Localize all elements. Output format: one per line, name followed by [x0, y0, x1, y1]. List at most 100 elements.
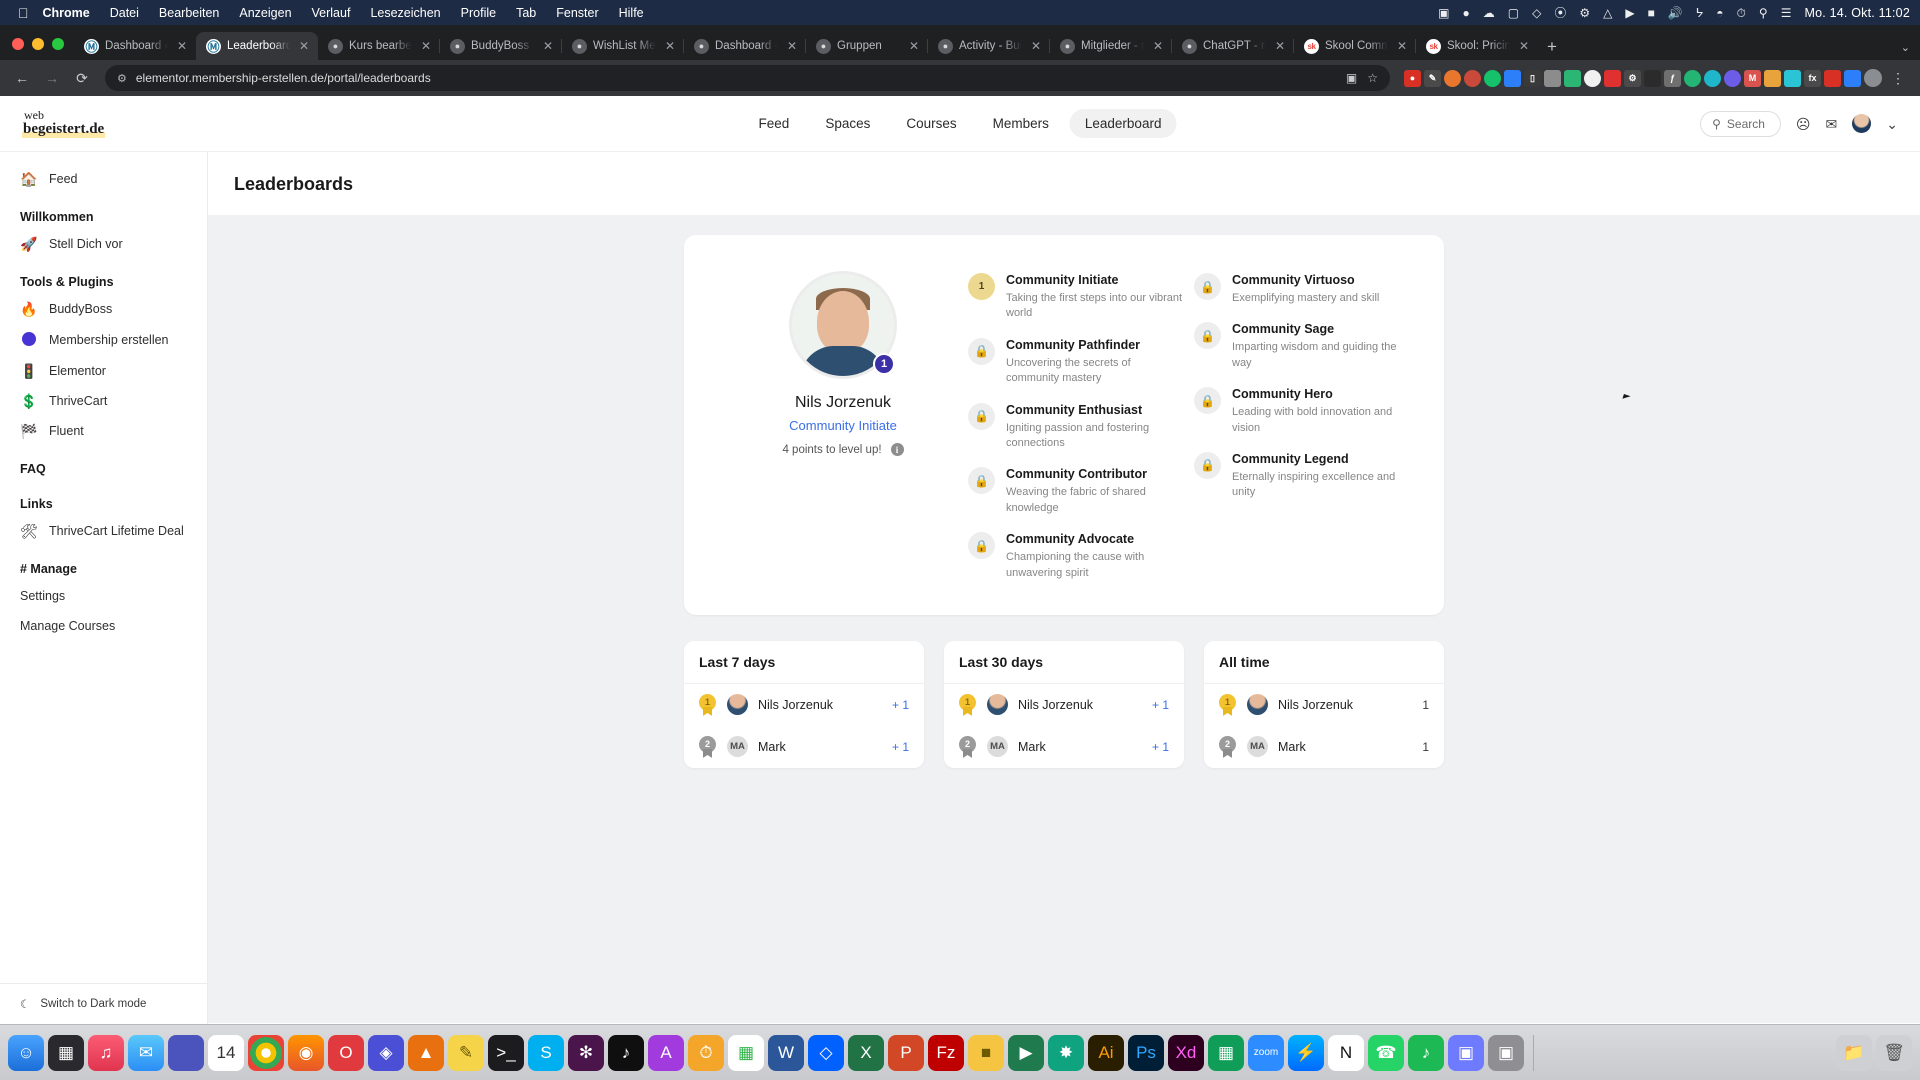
- extension-green-icon[interactable]: [1564, 69, 1581, 87]
- badge-community-legend[interactable]: 🔒 Community Legend Eternally inspiring e…: [1194, 450, 1410, 501]
- sidebar-item-stell-dich-vor[interactable]: 🚀 Stell Dich vor: [0, 229, 207, 259]
- cloud-icon[interactable]: ☁: [1483, 7, 1495, 19]
- address-bar[interactable]: ⚙ elementor.membership-erstellen.de/port…: [105, 65, 1390, 91]
- keynote-icon[interactable]: ■: [968, 1034, 1004, 1071]
- opera-icon[interactable]: O: [328, 1034, 364, 1071]
- tab-close-icon[interactable]: ✕: [1028, 39, 1044, 53]
- browser-tab[interactable]: ● BuddyBoss Komponen ✕: [439, 32, 562, 60]
- tab-close-icon[interactable]: ✕: [418, 39, 434, 53]
- menubar-item-chrome[interactable]: Chrome: [43, 6, 90, 20]
- extension-m-icon[interactable]: M: [1744, 69, 1761, 87]
- extension-gray-icon[interactable]: [1544, 69, 1561, 87]
- filezilla-icon[interactable]: Fz: [928, 1034, 964, 1071]
- slack-icon[interactable]: ✻: [568, 1034, 604, 1071]
- badge-community-enthusiast[interactable]: 🔒 Community Enthusiast Igniting passion …: [968, 401, 1184, 452]
- mail-icon[interactable]: ✉: [128, 1034, 164, 1071]
- minimize-window-button[interactable]: [32, 38, 44, 50]
- menubar-item-hilfe[interactable]: Hilfe: [619, 6, 644, 20]
- badge-community-contributor[interactable]: 🔒 Community Contributor Weaving the fabr…: [968, 465, 1184, 516]
- table-row[interactable]: 1 Nils Jorzenuk 1: [1204, 684, 1444, 726]
- bell-icon[interactable]: ☹: [1796, 117, 1811, 131]
- bookmark-star-icon[interactable]: ☆: [1367, 71, 1378, 85]
- extension-blue2-icon[interactable]: [1844, 69, 1861, 87]
- tab-close-icon[interactable]: ✕: [540, 39, 556, 53]
- tiktok-icon[interactable]: ♪: [608, 1034, 644, 1071]
- nav-courses[interactable]: Courses: [891, 109, 971, 138]
- brave-icon[interactable]: ◈: [368, 1034, 404, 1071]
- avatar[interactable]: [1852, 114, 1872, 133]
- menubar-item-anzeigen[interactable]: Anzeigen: [239, 6, 291, 20]
- calendar-icon[interactable]: 14: [208, 1034, 244, 1071]
- play-icon[interactable]: ▶: [1625, 7, 1634, 19]
- tab-close-icon[interactable]: ✕: [1516, 39, 1532, 53]
- browser-tab[interactable]: sk Skool: Pricing ✕: [1415, 32, 1538, 60]
- whatsapp-icon[interactable]: ☎: [1368, 1034, 1404, 1071]
- sidebar-item-thrivecart[interactable]: 💲 ThriveCart: [0, 386, 207, 416]
- vlc-icon[interactable]: ▲: [408, 1034, 444, 1071]
- menubar-item-datei[interactable]: Datei: [110, 6, 139, 20]
- browser-tab-active[interactable]: Ⓜ Leaderboard - Fluent ✕: [196, 32, 318, 60]
- sidebar-item-feed[interactable]: 🏠 Feed: [0, 164, 207, 194]
- maximize-window-button[interactable]: [52, 38, 64, 50]
- bluetooth-icon[interactable]: ᔭ: [1696, 7, 1704, 19]
- profile-rank[interactable]: Community Initiate: [789, 418, 897, 433]
- browser-tab[interactable]: ● WishList Member | Se ✕: [561, 32, 684, 60]
- sidebar-item-thrivecart-lifetime-deal[interactable]: 🛠 ThriveCart Lifetime Deal: [0, 516, 207, 546]
- tab-close-icon[interactable]: ✕: [1150, 39, 1166, 53]
- badge-community-hero[interactable]: 🔒 Community Hero Leading with bold innov…: [1194, 385, 1410, 436]
- dropbox-icon[interactable]: ◇: [808, 1034, 844, 1071]
- teams-icon[interactable]: [168, 1034, 204, 1071]
- extension-green2-icon[interactable]: [1684, 69, 1701, 87]
- app-icon[interactable]: ▢: [1508, 7, 1519, 19]
- badge-community-pathfinder[interactable]: 🔒 Community Pathfinder Uncovering the se…: [968, 336, 1184, 387]
- time-machine-icon[interactable]: ⏱: [1737, 7, 1746, 19]
- new-tab-button[interactable]: +: [1538, 38, 1566, 60]
- launchpad-icon[interactable]: ▦: [48, 1034, 84, 1071]
- browser-tab[interactable]: sk Skool Community ✕: [1293, 32, 1416, 60]
- back-button[interactable]: ←: [9, 65, 35, 91]
- menubar-item-lesezeichen[interactable]: Lesezeichen: [370, 6, 440, 20]
- notes-icon[interactable]: ✎: [448, 1034, 484, 1071]
- member-name[interactable]: Mark: [758, 740, 786, 754]
- numbers-icon[interactable]: ▦: [728, 1034, 764, 1071]
- music-icon[interactable]: ♫: [88, 1034, 124, 1071]
- extension-new-icon[interactable]: [1824, 69, 1841, 87]
- browser-tab[interactable]: ● Gruppen ✕: [805, 32, 928, 60]
- badge-community-virtuoso[interactable]: 🔒 Community Virtuoso Exemplifying master…: [1194, 271, 1410, 306]
- tab-close-icon[interactable]: ✕: [1394, 39, 1410, 53]
- table-row[interactable]: 2 MA Mark 1: [1204, 726, 1444, 768]
- dropbox-icon[interactable]: ◇: [1532, 7, 1541, 19]
- sidebar-item-membership-erstellen[interactable]: Membership erstellen: [0, 324, 207, 356]
- control-center-icon[interactable]: ☰: [1781, 7, 1792, 19]
- extension-puzzle-icon[interactable]: ƒ: [1664, 69, 1681, 87]
- zoom-icon[interactable]: zoom: [1248, 1034, 1284, 1071]
- extension-yellow-icon[interactable]: [1764, 69, 1781, 87]
- extension-grammarly-icon[interactable]: [1484, 69, 1501, 87]
- menubar-item-fenster[interactable]: Fenster: [556, 6, 598, 20]
- table-row[interactable]: 1 Nils Jorzenuk + 1: [684, 684, 924, 726]
- browser-tab[interactable]: ● Activity - BuddyBoss ✕: [927, 32, 1050, 60]
- nav-members[interactable]: Members: [978, 109, 1064, 138]
- table-row[interactable]: 2 MA Mark + 1: [944, 726, 1184, 768]
- extension-orange-icon[interactable]: [1444, 69, 1461, 87]
- dark-mode-toggle[interactable]: ☾ Switch to Dark mode: [0, 983, 207, 1024]
- apple-menu-icon[interactable]: : [18, 6, 29, 20]
- menubar-clock[interactable]: Mo. 14. Okt. 11:02: [1804, 6, 1910, 20]
- extension-cyan-icon[interactable]: [1784, 69, 1801, 87]
- browser-tab[interactable]: Ⓜ Dashboard ‹ Fluent C ✕: [74, 32, 196, 60]
- sheets-icon[interactable]: ▦: [1208, 1034, 1244, 1071]
- extension-red-icon[interactable]: ●: [1404, 69, 1421, 87]
- extension-purple-icon[interactable]: [1724, 69, 1741, 87]
- member-name[interactable]: Nils Jorzenuk: [1278, 698, 1353, 712]
- extension-blue-icon[interactable]: [1504, 69, 1521, 87]
- tab-close-icon[interactable]: ✕: [296, 39, 312, 53]
- skype-icon[interactable]: S: [528, 1034, 564, 1071]
- extension-pencil-icon[interactable]: ✎: [1424, 69, 1441, 87]
- nav-leaderboard[interactable]: Leaderboard: [1069, 109, 1177, 138]
- terminal-icon[interactable]: >_: [488, 1034, 524, 1071]
- close-window-button[interactable]: [12, 38, 24, 50]
- info-icon[interactable]: i: [890, 443, 904, 456]
- extension-dark2-icon[interactable]: [1644, 69, 1661, 87]
- tab-close-icon[interactable]: ✕: [906, 39, 922, 53]
- mail-icon[interactable]: ✉: [1826, 117, 1838, 131]
